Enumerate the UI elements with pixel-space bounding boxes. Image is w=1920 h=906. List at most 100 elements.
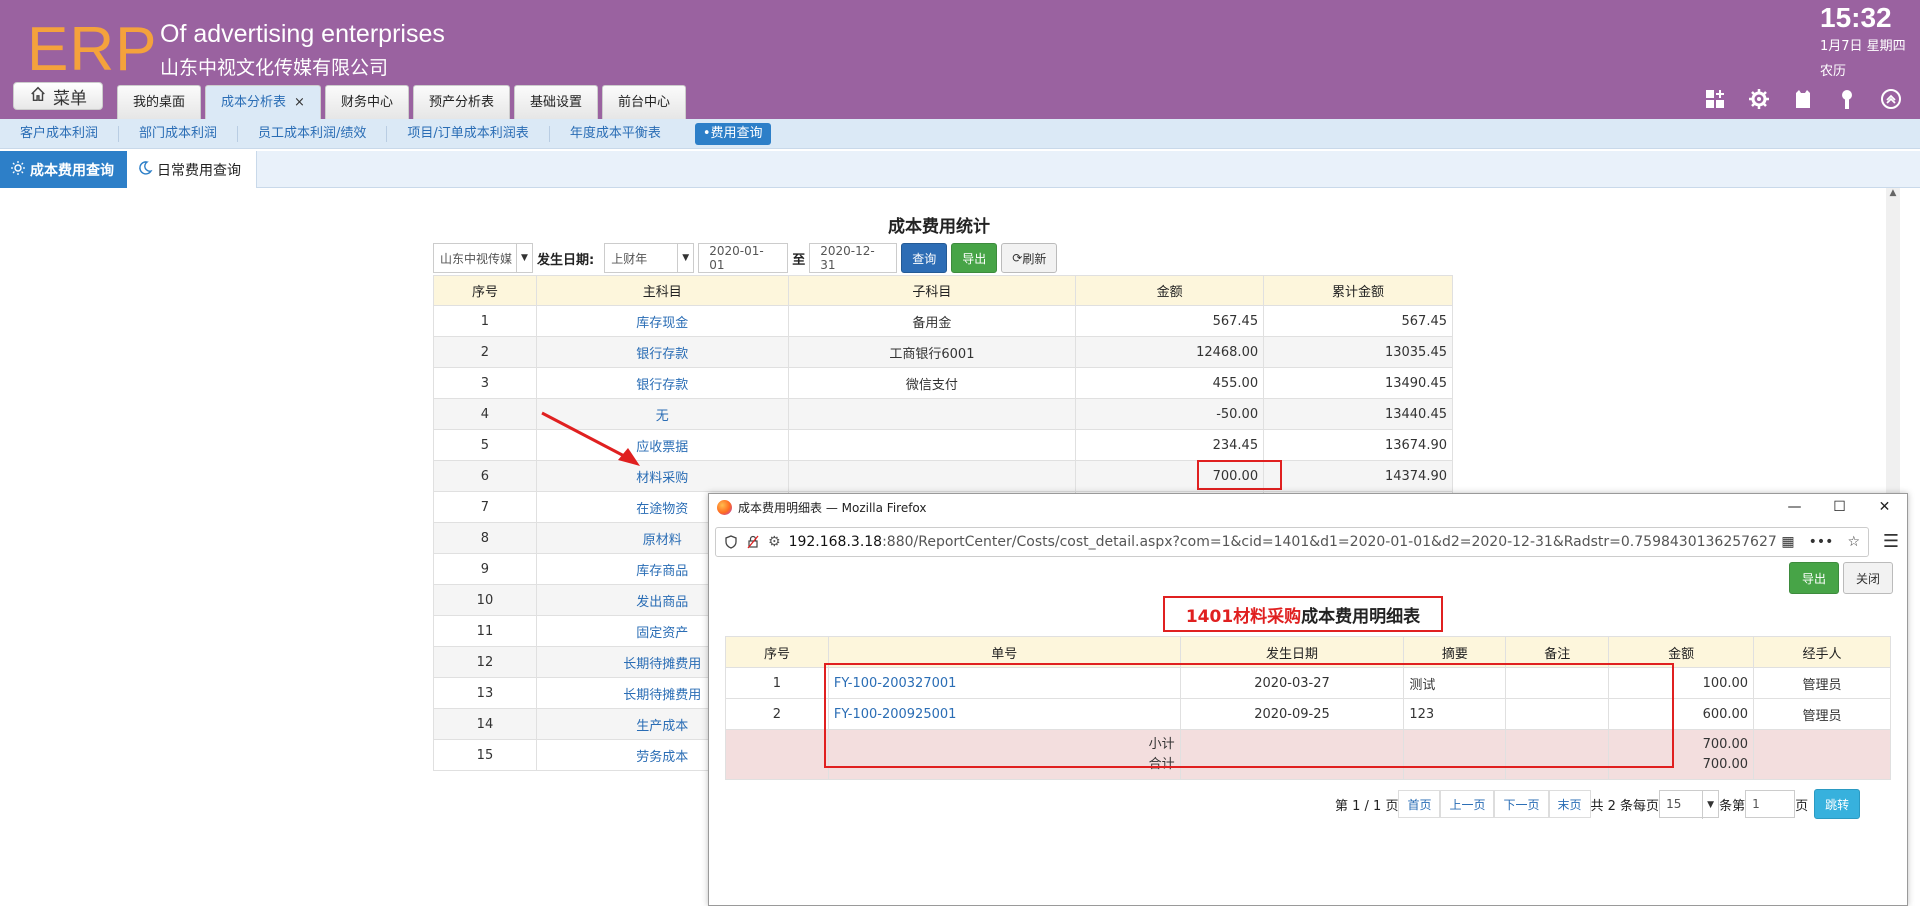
refresh-icon: ⟳ xyxy=(1012,251,1023,265)
report-title: 成本费用统计 xyxy=(888,217,990,237)
subnav-department-profit[interactable]: 部门成本利润 xyxy=(119,125,239,142)
chevron-down-icon: ▼ xyxy=(677,244,693,272)
title-account: 1401材料采购 xyxy=(1185,606,1302,627)
column-header: 主科目 xyxy=(535,275,789,306)
query-button[interactable]: 查询 xyxy=(901,243,948,273)
main-account-link[interactable]: 库存现金 xyxy=(535,305,789,337)
date-from-input[interactable]: 2020-01-01 xyxy=(698,243,789,273)
cell-sub-account xyxy=(787,429,1077,461)
qr-code-icon[interactable]: ▦ xyxy=(1781,534,1794,550)
cell-handler: 管理员 xyxy=(1753,698,1891,730)
title-rest: 成本费用明细表 xyxy=(1301,606,1421,627)
maximize-icon[interactable]: ☐ xyxy=(1817,494,1862,520)
close-tab-icon[interactable]: × xyxy=(294,95,305,110)
subnav-annual-balance[interactable]: 年度成本平衡表 xyxy=(550,126,681,142)
menu-button[interactable]: 菜单 xyxy=(13,82,103,110)
tab-daily-expense-query[interactable]: 日常费用查询 xyxy=(127,151,257,188)
cell-total: 13674.90 xyxy=(1263,429,1453,461)
popup-close-button[interactable]: 关闭 xyxy=(1842,562,1893,594)
period-select[interactable]: 上财年 ▼ xyxy=(604,243,695,273)
tab-forecast-analysis[interactable]: 预产分析表 xyxy=(412,85,510,119)
lunar-date: 农历 xyxy=(1820,64,1847,79)
cell-no: 15 xyxy=(433,739,537,771)
more-icon[interactable]: ••• xyxy=(1809,534,1834,550)
page-tabs: 成本费用查询 日常费用查询 xyxy=(0,151,1920,188)
column-header: 累计金额 xyxy=(1263,275,1453,306)
grid-add-icon[interactable] xyxy=(1704,88,1726,110)
jump-label: 条第 xyxy=(1719,798,1746,814)
shield-icon[interactable] xyxy=(724,535,738,549)
subnav-project-profit[interactable]: 项目/订单成本利润表 xyxy=(387,125,550,142)
cell-no: 10 xyxy=(433,584,537,616)
highlight-box-detail xyxy=(824,663,1674,768)
export-button[interactable]: 导出 xyxy=(951,243,998,273)
column-header: 序号 xyxy=(433,275,537,306)
pagination: 第 1 / 1 页 首页 上一页 下一页 末页 共 2 条每页 15 ▼ 条第 … xyxy=(1335,789,1861,819)
tab-finance-center[interactable]: 财务中心 xyxy=(324,85,409,119)
shirt-icon[interactable] xyxy=(1792,88,1814,110)
main-account-link[interactable]: 银行存款 xyxy=(535,367,789,399)
cell-handler: 管理员 xyxy=(1753,667,1891,699)
cell-sub-account: 微信支付 xyxy=(787,367,1077,399)
cell-no: 13 xyxy=(433,677,537,709)
tab-cost-analysis[interactable]: 成本分析表 × xyxy=(205,85,321,119)
tab-front-center[interactable]: 前台中心 xyxy=(601,85,686,119)
gear-icon[interactable] xyxy=(1748,88,1770,110)
cell-no: 6 xyxy=(433,460,537,492)
company-select[interactable]: 山东中视传媒 ▼ xyxy=(433,243,533,273)
subnav-customer-profit[interactable]: 客户成本利润 xyxy=(0,125,120,142)
cell-sub-account xyxy=(787,460,1077,492)
subnav-employee-profit[interactable]: 员工成本利润/绩效 xyxy=(238,125,388,142)
collapse-up-icon[interactable] xyxy=(1880,88,1902,110)
url-path: :880/ReportCenter/Costs/cost_detail.aspx… xyxy=(882,534,1777,550)
cell-amount: 234.45 xyxy=(1075,429,1265,461)
table-row: 3 银行存款 微信支付 455.00 13490.45 xyxy=(433,367,1453,399)
tab-label: 日常费用查询 xyxy=(157,162,241,179)
url-bar[interactable]: ⚙ 192.168.3.18:880/ReportCenter/Costs/co… xyxy=(715,527,1869,557)
subnav-expense-query[interactable]: •费用查询 xyxy=(694,122,771,145)
insecure-lock-icon[interactable] xyxy=(746,535,760,549)
cell-sub-account xyxy=(787,398,1077,430)
cell-no: 14 xyxy=(433,708,537,740)
header-icons xyxy=(1704,88,1902,110)
refresh-button[interactable]: ⟳ 刷新 xyxy=(1001,243,1058,273)
minimize-icon[interactable]: — xyxy=(1772,494,1817,520)
column-header: 金额 xyxy=(1075,275,1265,306)
cell-amount: 567.45 xyxy=(1075,305,1265,337)
table-row: 1 库存现金 备用金 567.45 567.45 xyxy=(433,305,1453,337)
firefox-popup-window: 成本费用明细表 — Mozilla Firefox — ☐ ✕ ⚙ 192.16… xyxy=(708,493,1908,906)
popup-report-title: 1401材料采购 成本费用明细表 xyxy=(1163,596,1443,632)
jump-button[interactable]: 跳转 xyxy=(1814,789,1861,819)
empty-cell xyxy=(1753,729,1891,780)
cell-no: 4 xyxy=(433,398,537,430)
prev-page-link[interactable]: 上一页 xyxy=(1440,790,1495,818)
next-page-link[interactable]: 下一页 xyxy=(1494,790,1549,818)
close-icon[interactable]: ✕ xyxy=(1862,494,1907,520)
bookmark-star-icon[interactable]: ☆ xyxy=(1847,534,1860,550)
company-select-value: 山东中视传媒 xyxy=(440,251,513,266)
hamburger-menu-icon[interactable]: ☰ xyxy=(1883,531,1899,552)
tab-label: 我的桌面 xyxy=(133,95,186,110)
last-page-link[interactable]: 末页 xyxy=(1548,790,1591,818)
page-size-value: 15 xyxy=(1666,797,1682,811)
chevron-down-icon: ▼ xyxy=(1702,791,1718,819)
tab-basic-settings[interactable]: 基础设置 xyxy=(513,85,598,119)
cell-amount: 455.00 xyxy=(1075,367,1265,399)
page-number-input[interactable]: 1 xyxy=(1745,790,1796,818)
cell-total: 13035.45 xyxy=(1263,336,1453,368)
first-page-link[interactable]: 首页 xyxy=(1398,790,1441,818)
cell-no: 2 xyxy=(725,698,829,730)
tab-cost-expense-query[interactable]: 成本费用查询 xyxy=(0,151,127,188)
cell-amount: 12468.00 xyxy=(1075,336,1265,368)
sub-navigation: 客户成本利润 部门成本利润 员工成本利润/绩效 项目/订单成本利润表 年度成本平… xyxy=(0,119,1920,149)
main-account-link[interactable]: 银行存款 xyxy=(535,336,789,368)
scroll-up-icon[interactable]: ▲ xyxy=(1886,188,1900,202)
permissions-icon[interactable]: ⚙ xyxy=(768,534,781,550)
key-icon[interactable] xyxy=(1836,88,1858,110)
cell-no: 5 xyxy=(433,429,537,461)
period-select-value: 上财年 xyxy=(611,251,648,266)
tab-my-desktop[interactable]: 我的桌面 xyxy=(117,85,202,119)
popup-export-button[interactable]: 导出 xyxy=(1788,562,1839,594)
page-size-select[interactable]: 15 ▼ xyxy=(1659,790,1720,819)
date-to-input[interactable]: 2020-12-31 xyxy=(809,243,898,273)
